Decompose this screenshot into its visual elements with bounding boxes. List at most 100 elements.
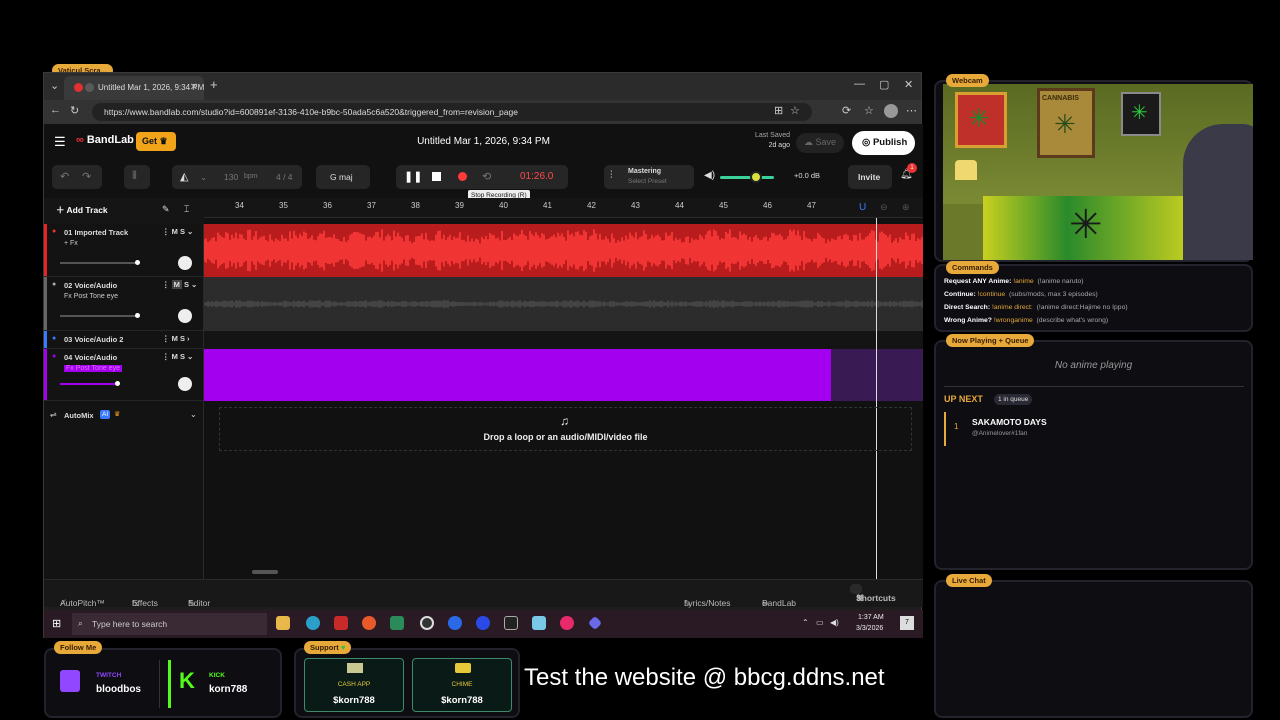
pan-knob[interactable] (178, 309, 192, 323)
undo-icon[interactable]: ↶ (60, 170, 69, 183)
last-saved-value: 2d ago (768, 142, 790, 149)
bpm-value[interactable]: 130 (224, 172, 238, 182)
pause-icon[interactable]: ❚❚ (404, 170, 422, 183)
voicemeeter-icon[interactable] (334, 616, 348, 630)
track4-audio-clip[interactable] (204, 349, 831, 401)
new-tab-icon[interactable]: + (210, 77, 218, 92)
browser-icon[interactable] (448, 616, 462, 630)
tools-icon[interactable]: ⌶ (184, 204, 189, 215)
profile-avatar[interactable] (884, 104, 898, 118)
maximize-icon[interactable]: ▢ (879, 78, 889, 91)
track-volume-slider[interactable] (60, 313, 140, 318)
playhead[interactable] (876, 218, 877, 579)
mixer-button[interactable]: ⦀ (124, 165, 150, 189)
pan-knob[interactable] (178, 377, 192, 391)
volume-icon[interactable]: ◀) (830, 618, 839, 627)
apps-icon[interactable]: ⊞ (774, 104, 783, 117)
chevron-down-icon[interactable]: ⌄ (200, 172, 207, 183)
mute-button[interactable]: M (171, 280, 182, 289)
track1-audio-clip[interactable] (204, 224, 923, 277)
key-selector[interactable]: G maj (316, 165, 370, 189)
magnet-icon[interactable]: U (859, 202, 866, 213)
tray-chevron-icon[interactable]: ⌃ (802, 618, 809, 627)
master-volume-slider[interactable] (720, 176, 774, 179)
file-explorer-icon[interactable] (276, 616, 290, 630)
solo-button[interactable]: S (180, 352, 185, 361)
mute-button[interactable]: M (172, 352, 178, 361)
obs-icon[interactable] (420, 616, 434, 630)
time-signature[interactable]: 4 / 4 (276, 172, 293, 182)
media-icon[interactable] (560, 616, 574, 630)
volume-handle[interactable] (750, 171, 762, 183)
taskbar-search[interactable]: ⌕ Type here to search (72, 613, 267, 635)
queue-item: 1 SAKAMOTO DAYS @Animelover#1fan (944, 412, 1244, 446)
add-track-button[interactable]: ＋ Add Track (56, 204, 108, 216)
mute-button[interactable]: M (172, 334, 178, 343)
stop-icon[interactable] (432, 172, 441, 181)
speaker-icon[interactable]: ◀) (704, 170, 715, 181)
zoom-in-icon[interactable]: ⊕ (902, 202, 910, 213)
edge-icon[interactable] (306, 616, 320, 630)
collections-icon[interactable]: ☆ (864, 104, 874, 117)
track-row[interactable]: ● 04 Voice/Audio Fx Post Tone eye ⋮ M S … (44, 349, 204, 401)
track-row[interactable]: ● 01 Imported Track + Fx ⋮ M S ⌄ (44, 224, 204, 277)
favorite-icon[interactable]: ☆ (790, 104, 800, 117)
track-fx[interactable]: + Fx (64, 240, 78, 247)
reload-icon[interactable]: ↻ (70, 104, 79, 117)
track-row[interactable]: ● 03 Voice/Audio 2 ⋮ M S › (44, 331, 204, 349)
track-volume-slider[interactable] (60, 260, 140, 265)
cashapp-card[interactable]: CASH APP $korn788 (304, 658, 404, 712)
project-title[interactable]: Untitled Mar 1, 2026, 9:34 PM (44, 136, 923, 147)
windows-start-icon[interactable]: ⊞ (52, 617, 61, 630)
publish-button[interactable]: ◎ Publish (852, 131, 915, 155)
mastering-button[interactable]: ⫶ Mastering Select Preset (604, 165, 694, 189)
track-volume-slider[interactable] (60, 381, 120, 386)
network-icon[interactable]: ▭ (816, 618, 824, 627)
track-fx[interactable]: Fx Post Tone eye (64, 365, 122, 372)
tab-list-icon[interactable]: ⌄ (50, 79, 59, 92)
taskbar-date[interactable]: 3/3/2026 (856, 625, 883, 632)
save-button[interactable]: ☁ Save (796, 133, 844, 153)
track2-audio-clip[interactable] (204, 277, 923, 331)
kick-card[interactable]: K KICK korn788 (168, 660, 274, 708)
more-menu-icon[interactable]: ⋯ (906, 104, 917, 117)
track3-lane[interactable] (204, 331, 923, 349)
extensions-icon[interactable]: ⟳ (842, 104, 851, 117)
redo-icon[interactable]: ↷ (82, 170, 91, 183)
invite-button[interactable]: Invite (848, 165, 892, 189)
chevron-down-icon[interactable]: ⌄ (190, 410, 197, 419)
diamond-app-icon[interactable] (587, 615, 603, 631)
timeline-ruler[interactable]: 34 35 36 37 38 39 40 41 42 43 44 45 46 47 (204, 198, 923, 218)
minimize-icon[interactable]: — (854, 78, 865, 90)
metronome-icon[interactable]: ◭ (180, 170, 188, 183)
app-icon[interactable] (390, 616, 404, 630)
solo-button[interactable]: S (184, 280, 189, 289)
back-icon[interactable]: ← (50, 104, 61, 116)
track-fx[interactable]: Fx Post Tone eye (64, 293, 118, 300)
horizontal-scrollbar[interactable] (252, 570, 278, 574)
wand-icon[interactable]: ✎ (162, 204, 170, 215)
terminal-icon[interactable] (504, 616, 518, 630)
zoom-out-icon[interactable]: ⊖ (880, 202, 888, 213)
twitch-card[interactable]: TWITCH bloodbos (56, 660, 160, 708)
taskbar-time[interactable]: 1:37 AM (858, 614, 884, 621)
close-tab-icon[interactable]: ✕ (190, 82, 198, 93)
drop-zone[interactable]: ♫ Drop a loop or an audio/MIDI/video fil… (219, 407, 912, 451)
automix-row[interactable]: ⇌ AutoMix AI ♛ ⌄ (44, 407, 204, 425)
media-player-icon[interactable] (476, 616, 490, 630)
notepad-icon[interactable] (532, 616, 546, 630)
shortcuts-button[interactable]: ⌘ Shortcuts (850, 584, 896, 603)
firefox-icon[interactable] (362, 616, 376, 630)
record-icon[interactable] (458, 172, 467, 181)
solo-button[interactable]: S (180, 227, 185, 236)
track-row[interactable]: ● 02 Voice/Audio Fx Post Tone eye ⋮ M S … (44, 277, 204, 331)
solo-button[interactable]: S (180, 334, 185, 343)
close-window-icon[interactable]: ✕ (904, 78, 913, 91)
loop-icon[interactable]: ⟲ (482, 170, 491, 183)
url-field[interactable]: https://www.bandlab.com/studio?id=600891… (92, 103, 812, 121)
notification-center-badge[interactable]: 7 (900, 616, 914, 630)
pan-knob[interactable] (178, 256, 192, 270)
chime-card[interactable]: CHIME $korn788 (412, 658, 512, 712)
mute-button[interactable]: M (172, 227, 178, 236)
browser-tab[interactable]: Untitled Mar 1, 2026, 9:34 PM ✕ (64, 76, 204, 100)
